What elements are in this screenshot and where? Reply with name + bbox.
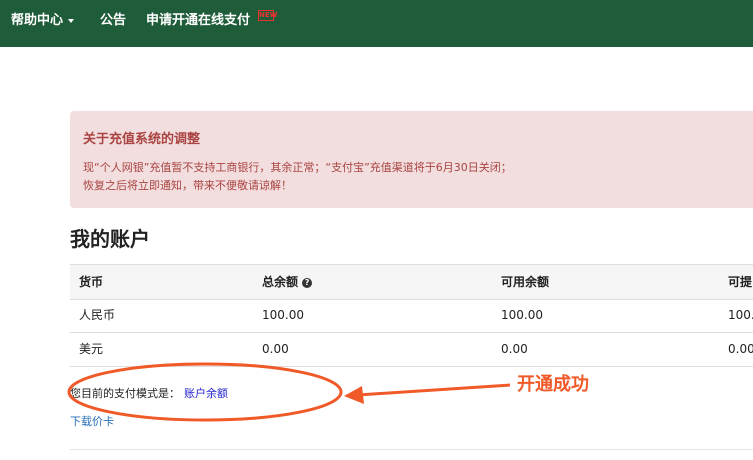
- nav-apply-online-payment[interactable]: 申请开通在线支付: [146, 11, 250, 31]
- cell-total-balance: 0.00: [262, 342, 289, 356]
- nav-help-center[interactable]: 帮助中心: [11, 11, 75, 31]
- nav-help-center-label: 帮助中心: [11, 13, 64, 28]
- new-badge-icon: NEW: [258, 10, 278, 21]
- cell-withdrawable: 100.: [728, 308, 753, 322]
- header-total-balance: 总余额?: [262, 265, 313, 299]
- header-withdrawable: 可提: [728, 275, 753, 289]
- cell-withdrawable: 0.00: [728, 342, 753, 356]
- payment-mode-link[interactable]: 账户余额: [184, 387, 228, 400]
- table-row: 美元 0.00 0.00 0.00: [70, 332, 753, 367]
- cell-available-balance: 0.00: [501, 342, 528, 356]
- system-notice-alert: 关于充值系统的调整 现“个人网银”充值暂不支持工商银行，其余正常；“支付宝”充值…: [70, 111, 753, 208]
- cell-currency: 人民币: [79, 308, 116, 322]
- top-navbar: 帮助中心 公告 申请开通在线支付 NEW: [0, 0, 753, 47]
- header-total-balance-label: 总余额: [262, 275, 299, 289]
- payment-mode-label: 您目前的支付模式是：: [70, 387, 180, 400]
- caret-down-icon: [68, 18, 75, 23]
- cell-available-balance: 100.00: [501, 308, 543, 322]
- table-header-row: 货币 总余额? 可用余额 可提: [70, 264, 753, 300]
- header-available-balance: 可用余额: [501, 275, 550, 289]
- table-row: 人民币 100.00 100.00 100.: [70, 298, 753, 333]
- header-currency: 货币: [79, 275, 104, 289]
- question-circle-icon[interactable]: ?: [302, 277, 313, 288]
- cell-currency: 美元: [79, 342, 104, 356]
- alert-line-2: 恢复之后将立即通知，带来不便敬请谅解！: [83, 179, 292, 192]
- annotation-arrow-shaft: [357, 383, 511, 397]
- annotation-arrow-head: [344, 386, 364, 404]
- cell-total-balance: 100.00: [262, 308, 304, 322]
- annotation-label: 开通成功: [517, 374, 589, 395]
- alert-title: 关于充值系统的调整: [83, 132, 201, 147]
- nav-announcement[interactable]: 公告: [100, 11, 126, 31]
- divider: [70, 449, 753, 450]
- alert-line-1: 现“个人网银”充值暂不支持工商银行，其余正常；“支付宝”充值渠道将于6月30日关…: [83, 161, 512, 174]
- page-title: 我的账户: [70, 227, 150, 251]
- payment-mode-line: 您目前的支付模式是： 账户余额: [70, 385, 228, 401]
- download-price-card-link[interactable]: 下载价卡: [70, 413, 114, 429]
